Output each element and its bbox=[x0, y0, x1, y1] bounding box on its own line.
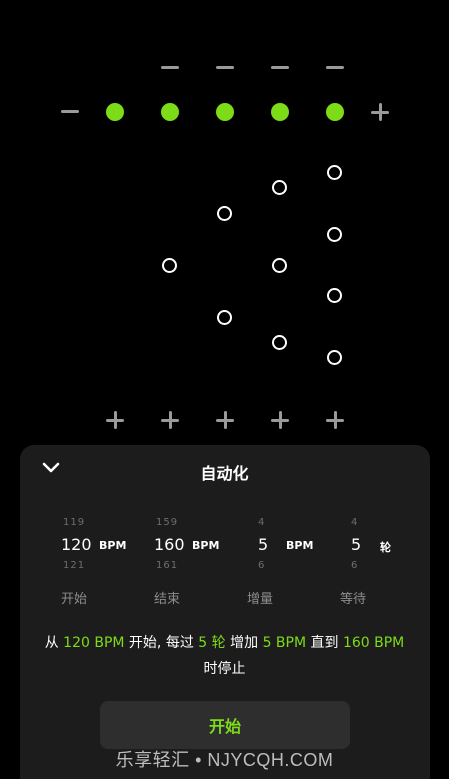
start-picker-unit: BPM bbox=[99, 539, 127, 552]
beat-dot[interactable] bbox=[326, 103, 344, 121]
end-picker-unit: BPM bbox=[192, 539, 220, 552]
add-subdivision-plus-icon[interactable] bbox=[106, 411, 124, 429]
subdivision-ring[interactable] bbox=[327, 288, 342, 303]
add-subdivision-plus-icon[interactable] bbox=[326, 411, 344, 429]
add-subdivision-plus-icon[interactable] bbox=[161, 411, 179, 429]
automation-description: 从 120 BPM 开始, 每过 5 轮 增加 5 BPM 直到 160 BPM… bbox=[44, 635, 405, 677]
end-picker-label: 结束 bbox=[154, 592, 181, 607]
beat-dot[interactable] bbox=[216, 103, 234, 121]
end-picker-prev: 159 bbox=[156, 517, 179, 528]
start-picker-next: 121 bbox=[63, 560, 86, 571]
increment-picker-prev: 4 bbox=[258, 517, 266, 528]
subdivision-ring[interactable] bbox=[327, 227, 342, 242]
beat-dot[interactable] bbox=[271, 103, 289, 121]
wait-picker-prev: 4 bbox=[351, 517, 359, 528]
subdivision-ring[interactable] bbox=[162, 258, 177, 273]
wait-picker-label: 等待 bbox=[340, 592, 367, 607]
increment-picker-label: 增量 bbox=[247, 592, 274, 607]
increment-picker-unit: BPM bbox=[286, 539, 314, 552]
panel-title: 自动化 bbox=[200, 464, 249, 483]
subdivision-ring[interactable] bbox=[217, 206, 232, 221]
remove-beat-minus-icon[interactable] bbox=[161, 66, 179, 69]
subdivision-ring[interactable] bbox=[272, 335, 287, 350]
start-picker-prev: 119 bbox=[63, 517, 86, 528]
beat-dot[interactable] bbox=[161, 103, 179, 121]
subdivision-ring[interactable] bbox=[217, 310, 232, 325]
beat-dot[interactable] bbox=[106, 103, 124, 121]
add-bar-plus-icon[interactable] bbox=[371, 103, 389, 121]
subdivision-ring[interactable] bbox=[327, 350, 342, 365]
increment-picker-value[interactable]: 5 bbox=[258, 535, 268, 554]
start-picker-label: 开始 bbox=[61, 592, 88, 607]
watermark: 乐享轻汇 • NJYCQH.COM bbox=[115, 750, 334, 770]
start-picker-value[interactable]: 120 bbox=[61, 535, 92, 554]
subdivision-ring[interactable] bbox=[327, 165, 342, 180]
remove-beat-minus-icon[interactable] bbox=[271, 66, 289, 69]
end-picker-next: 161 bbox=[156, 560, 179, 571]
subdivision-ring[interactable] bbox=[272, 258, 287, 273]
remove-beat-minus-icon[interactable] bbox=[326, 66, 344, 69]
start-button[interactable]: 开始 bbox=[100, 701, 350, 749]
wait-picker-value[interactable]: 5 bbox=[351, 535, 361, 554]
increment-picker-next: 6 bbox=[258, 560, 266, 571]
end-picker-value[interactable]: 160 bbox=[154, 535, 185, 554]
add-subdivision-plus-icon[interactable] bbox=[216, 411, 234, 429]
wait-picker-next: 6 bbox=[351, 560, 359, 571]
wait-picker-unit: 轮 bbox=[380, 541, 391, 554]
add-subdivision-plus-icon[interactable] bbox=[271, 411, 289, 429]
subdivision-ring[interactable] bbox=[272, 180, 287, 195]
remove-bar-minus-icon[interactable] bbox=[61, 110, 79, 113]
remove-beat-minus-icon[interactable] bbox=[216, 66, 234, 69]
